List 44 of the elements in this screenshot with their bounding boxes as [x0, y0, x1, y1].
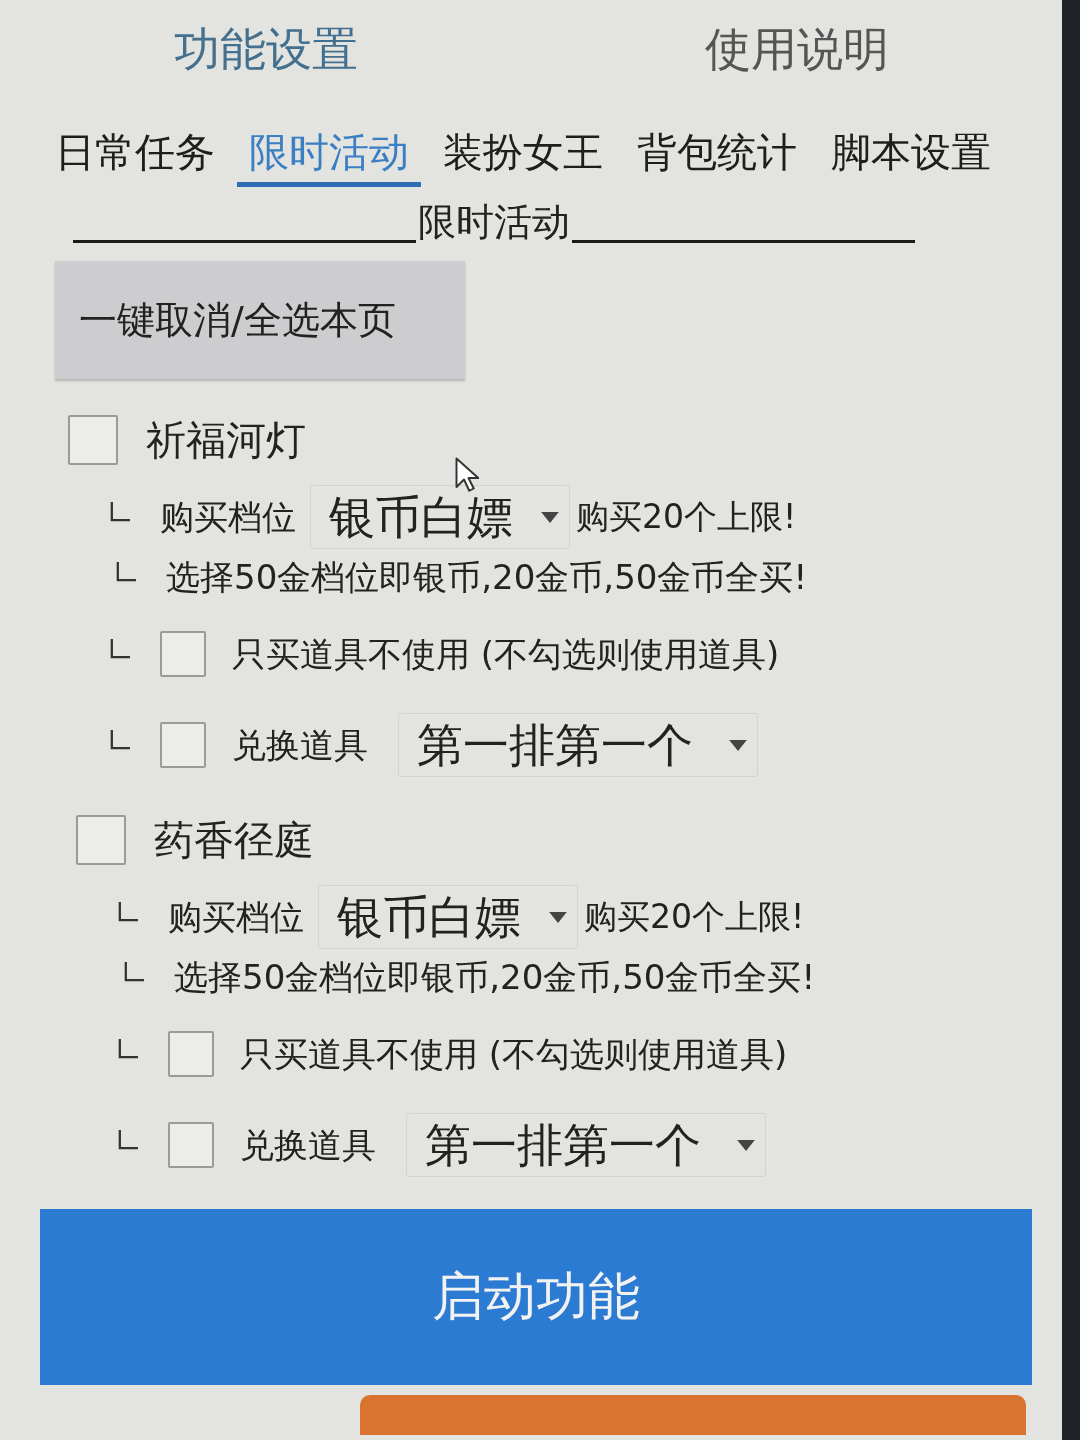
caret-icon — [737, 1139, 755, 1151]
tree-branch-icon — [110, 639, 130, 659]
dropdown[interactable]: 第一排第一个 — [398, 713, 758, 777]
tree-branch-icon — [110, 730, 130, 750]
option-label: 购买档位 — [168, 896, 304, 939]
caret-icon — [549, 911, 567, 923]
tree-branch-icon — [118, 1039, 138, 1059]
mouse-pointer-icon — [455, 457, 479, 493]
limit-note: 购买20个上限! — [584, 896, 805, 938]
checkbox[interactable] — [160, 722, 206, 768]
dropdown[interactable]: 银币白嫖 — [318, 885, 578, 949]
sub-tab[interactable]: 日常任务 — [43, 126, 227, 187]
tree-branch-icon — [118, 1130, 138, 1150]
caret-icon — [541, 511, 559, 523]
event-name: 药香径庭 — [154, 816, 314, 865]
hint-text: 选择50金档位即银币,20金币,50金币全买! — [166, 556, 808, 599]
option-label: 购买档位 — [160, 496, 296, 539]
caret-icon — [729, 739, 747, 751]
tree-branch-icon — [110, 502, 130, 522]
event-name: 祈福河灯 — [146, 416, 306, 465]
toggle-all-button[interactable]: 一键取消/全选本页 — [55, 261, 465, 379]
hint-text: 选择50金档位即银币,20金币,50金币全买! — [174, 956, 816, 999]
checkbox-label: 只买道具不使用 (不勾选则使用道具) — [240, 1033, 788, 1076]
checkbox[interactable] — [160, 631, 206, 677]
checkbox[interactable] — [68, 415, 118, 465]
sub-tab[interactable]: 脚本设置 — [819, 126, 1003, 187]
dropdown[interactable]: 第一排第一个 — [406, 1113, 766, 1177]
checkbox[interactable] — [76, 815, 126, 865]
tree-branch-icon — [124, 962, 144, 982]
tree-branch-icon — [116, 562, 136, 582]
checkbox-label: 兑换道具 — [240, 1124, 376, 1167]
limit-note: 购买20个上限! — [576, 496, 797, 538]
tree-branch-icon — [118, 902, 138, 922]
checkbox-label: 兑换道具 — [232, 724, 368, 767]
checkbox-label: 只买道具不使用 (不勾选则使用道具) — [232, 633, 780, 676]
sub-tab[interactable]: 背包统计 — [625, 126, 809, 187]
sub-tab[interactable]: 装扮女王 — [431, 126, 615, 187]
checkbox[interactable] — [168, 1122, 214, 1168]
section-title: 限时活动 — [417, 199, 571, 246]
start-button[interactable]: 启动功能 — [40, 1209, 1032, 1385]
dropdown[interactable]: 银币白嫖 — [310, 485, 570, 549]
checkbox[interactable] — [168, 1031, 214, 1077]
top-tab[interactable]: 使用说明 — [531, 14, 1062, 84]
top-tab[interactable]: 功能设置 — [0, 14, 531, 84]
